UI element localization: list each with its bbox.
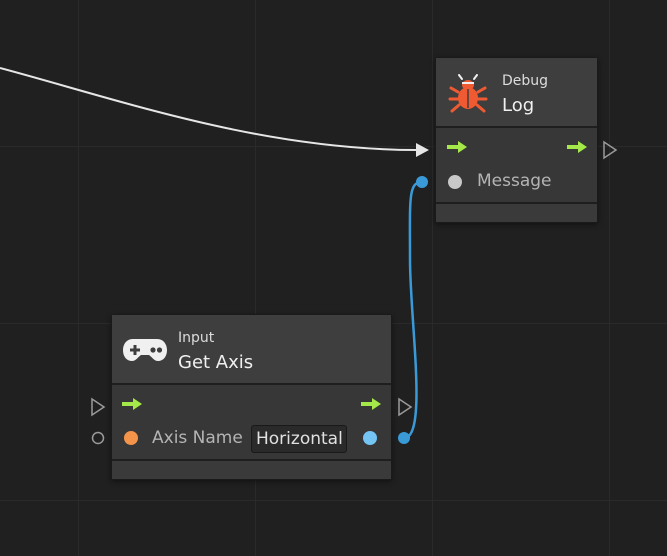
node-header[interactable]: Debug Log	[436, 58, 597, 128]
message-port-label: Message	[477, 171, 552, 191]
value-output-port-getaxis[interactable]	[398, 432, 410, 444]
message-input-port-connected[interactable]	[416, 176, 428, 188]
node-body: Axis Name Horizontal	[112, 385, 391, 459]
debug-log-node[interactable]: Debug Log Message	[435, 57, 598, 223]
axis-output-port-dot[interactable]	[363, 431, 377, 445]
node-footer	[112, 459, 391, 479]
flow-input-triangle-debug[interactable]	[416, 143, 429, 157]
flow-output-triangle-getaxis[interactable]	[398, 397, 413, 417]
message-port-dot[interactable]	[448, 175, 462, 189]
axis-name-port-dot[interactable]	[124, 431, 138, 445]
axis-name-label: Axis Name	[152, 428, 243, 448]
flow-output-arrow-icon	[361, 398, 381, 410]
node-title: Get Axis	[178, 352, 254, 373]
flow-output-triangle-debug[interactable]	[603, 140, 618, 160]
get-axis-node[interactable]: Input Get Axis Axis Name Horizontal	[111, 314, 392, 480]
value-wire[interactable]	[403, 180, 423, 440]
bug-icon	[448, 74, 488, 113]
node-header[interactable]: Input Get Axis	[112, 315, 391, 385]
node-title: Log	[502, 95, 535, 116]
flow-input-arrow-icon	[447, 141, 467, 153]
node-body: Message	[436, 128, 597, 202]
flow-wire[interactable]	[0, 67, 419, 151]
axis-name-field[interactable]: Horizontal	[251, 425, 347, 453]
flow-input-triangle-getaxis[interactable]	[91, 397, 106, 417]
flow-output-arrow-icon	[567, 141, 587, 153]
node-category: Debug	[502, 73, 549, 89]
node-category: Input	[178, 330, 215, 346]
gamepad-icon	[123, 339, 167, 361]
value-input-port-getaxis[interactable]	[91, 431, 105, 445]
flow-input-arrow-icon	[122, 398, 142, 410]
node-footer	[436, 202, 597, 222]
